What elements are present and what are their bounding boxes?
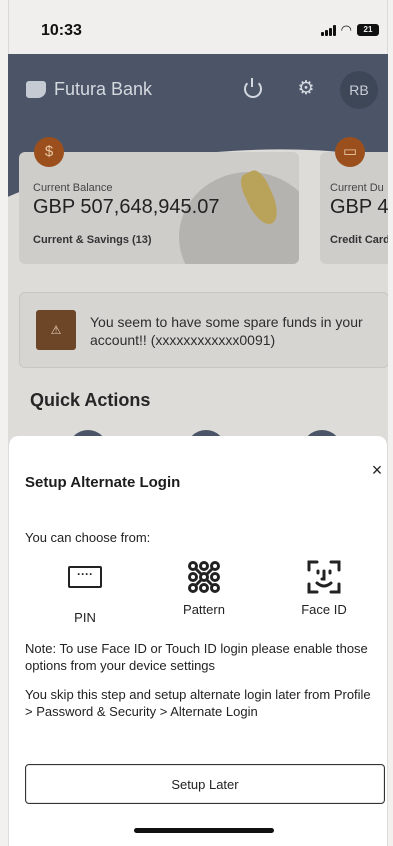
sheet-title: Setup Alternate Login — [25, 474, 181, 491]
card-label: Current Balance — [33, 182, 113, 194]
face-id-label: Face ID — [301, 602, 347, 617]
pattern-option[interactable]: Pattern — [154, 558, 254, 617]
status-time: 10:33 — [41, 22, 82, 39]
home-indicator — [134, 828, 274, 833]
signal-icon — [320, 24, 336, 36]
warning-icon: ⚠ — [36, 310, 76, 350]
alert-text: You seem to have some spare funds in you… — [90, 314, 363, 348]
power-icon[interactable] — [244, 78, 262, 98]
face-id-icon — [307, 560, 341, 594]
credit-card-icon: ▭ — [335, 137, 365, 167]
battery-icon: 21 — [357, 24, 379, 36]
phone-screen: 10:33 ◠ 21 Futura Bank ⚙ RB Current Bala… — [0, 0, 393, 846]
card-sub: Current & Savings (13) — [33, 234, 152, 246]
card-amount: GBP 44 — [330, 196, 388, 218]
spare-funds-alert[interactable]: ⚠ You seem to have some spare funds in y… — [19, 292, 388, 368]
wifi-icon: ◠ — [340, 22, 352, 37]
close-icon[interactable]: × — [367, 460, 387, 480]
bank-name: Futura Bank — [54, 79, 153, 99]
account-card-current[interactable]: Current Balance GBP 507,648,945.07 Curre… — [19, 152, 299, 264]
bank-logo-icon — [26, 81, 46, 98]
account-card-credit[interactable]: Current Du GBP 44 Credit Card — [320, 152, 388, 264]
pin-option[interactable]: ···· PIN — [35, 558, 135, 625]
dashboard-background: Futura Bank ⚙ RB Current Balance GBP 507… — [8, 54, 388, 454]
alternate-login-sheet: × Setup Alternate Login You can choose f… — [8, 436, 388, 846]
setup-later-button[interactable]: Setup Later — [25, 764, 385, 804]
face-id-option[interactable]: Face ID — [274, 558, 374, 617]
card-sub: Credit Card — [330, 234, 388, 246]
choose-text: You can choose from: — [25, 530, 151, 545]
currency-icon: $ — [34, 137, 64, 167]
status-bar: 10:33 ◠ 21 — [8, 0, 388, 54]
pattern-label: Pattern — [183, 602, 225, 617]
pin-label: PIN — [74, 610, 96, 625]
avatar[interactable]: RB — [340, 71, 378, 109]
gear-icon[interactable]: ⚙ — [296, 79, 316, 99]
pattern-icon — [188, 561, 220, 593]
status-icons: ◠ 21 — [320, 22, 379, 38]
card-amount: GBP 507,648,945.07 — [33, 196, 220, 218]
card-label: Current Du — [330, 182, 384, 194]
face-id-note: Note: To use Face ID or Touch ID login p… — [25, 641, 368, 673]
skip-info: You skip this step and setup alternate l… — [25, 687, 371, 719]
quick-actions-title: Quick Actions — [30, 390, 151, 410]
pin-icon: ···· — [35, 566, 135, 604]
